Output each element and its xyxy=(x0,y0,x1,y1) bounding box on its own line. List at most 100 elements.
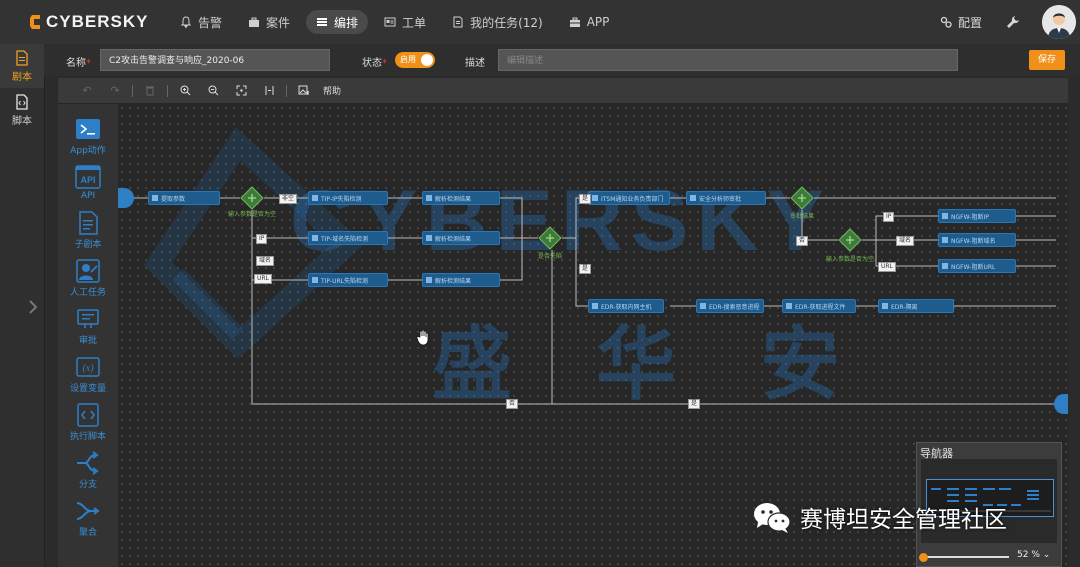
delete-icon[interactable] xyxy=(139,82,161,100)
palette-item-api[interactable]: API API xyxy=(58,164,118,210)
help-link[interactable]: 帮助 xyxy=(323,84,341,97)
status-toggle[interactable]: 启用 xyxy=(395,52,435,68)
palette-item-app-action[interactable]: App动作 xyxy=(58,116,118,162)
nav-item-my-tasks[interactable]: 我的任务(12) xyxy=(442,10,553,34)
sidebar-item-script[interactable]: 脚本 xyxy=(0,88,44,132)
gateway-node[interactable] xyxy=(838,228,862,252)
nav-item-alerts[interactable]: 告警 xyxy=(170,10,232,34)
edge-label: URL xyxy=(254,274,272,284)
palette-item-merge[interactable]: 聚合 xyxy=(58,498,118,544)
person-task-icon xyxy=(76,259,100,283)
gears-icon xyxy=(940,16,952,28)
zoom-out-icon[interactable] xyxy=(202,82,224,100)
status-label: 状态* xyxy=(362,58,387,69)
gateway-node[interactable] xyxy=(538,226,562,250)
palette-item-run-script[interactable]: 执行脚本 xyxy=(58,402,118,448)
toolbar-divider xyxy=(167,84,168,97)
toolbar-divider xyxy=(132,84,133,97)
config-menu[interactable]: 配置 xyxy=(940,14,982,31)
flow-node[interactable]: TIP-域名失陷检测 xyxy=(308,231,388,245)
start-node[interactable] xyxy=(118,188,134,208)
flow-node[interactable]: 解析检测结果 xyxy=(422,231,500,245)
flow-node[interactable]: ITSM通知业务负责部门 xyxy=(588,191,670,205)
chevron-down-icon: ⌄ xyxy=(1042,550,1051,560)
zoom-slider-handle[interactable] xyxy=(919,553,928,562)
chevron-right-icon[interactable] xyxy=(26,298,44,318)
wechat-account-name: 赛博坦安全管理社区 xyxy=(800,507,1007,533)
flow-node[interactable]: NGFW-阻断域名 xyxy=(938,233,1016,247)
flow-node[interactable]: TIP-IP失陷检测 xyxy=(308,191,388,205)
sidebar-item-playbook[interactable]: 剧本 xyxy=(0,44,44,88)
script-icon xyxy=(77,403,99,427)
flow-node[interactable]: EDR-获取内网主机 xyxy=(588,299,664,313)
brand-name: CYBERSKY xyxy=(46,12,149,31)
description-field[interactable]: 编辑描述 xyxy=(498,49,958,71)
nav-item-label: 编排 xyxy=(334,15,359,30)
flow-node[interactable]: EDR-获取进程文件 xyxy=(782,299,856,313)
palette-item-label: 子剧本 xyxy=(74,240,102,250)
edge-label: 是 xyxy=(579,264,592,274)
svg-text:API: API xyxy=(80,175,95,185)
flow-node[interactable]: 安全分析师审批 xyxy=(686,191,766,205)
save-button[interactable]: 保存 xyxy=(1029,50,1065,70)
name-label: 名称* xyxy=(66,58,91,69)
export-image-icon[interactable] xyxy=(293,82,315,100)
palette-item-label: 分支 xyxy=(78,480,97,490)
wrench-icon[interactable] xyxy=(1006,15,1020,29)
fit-view-icon[interactable] xyxy=(230,82,252,100)
main-nav: 告警 案件 编排 工单 我的任务(12) APP xyxy=(170,0,625,44)
palette-item-manual-task[interactable]: 人工任务 xyxy=(58,258,118,304)
flow-node[interactable]: 提取参数 xyxy=(148,191,220,205)
branch-icon xyxy=(77,451,99,475)
flow-node[interactable]: 解析检测结果 xyxy=(422,191,500,205)
palette-item-approval[interactable]: 审批 xyxy=(58,306,118,352)
api-icon: API xyxy=(75,165,101,189)
node-palette: App动作 API API 子剧本 人工任务 审批 (x) 设置变量 执行脚本 … xyxy=(58,104,118,567)
task-icon xyxy=(942,237,948,243)
brand-logo[interactable]: CYBERSKY xyxy=(28,10,148,34)
palette-item-branch[interactable]: 分支 xyxy=(58,450,118,496)
palette-item-subplaybook[interactable]: 子剧本 xyxy=(58,210,118,256)
nav-item-app[interactable]: APP xyxy=(559,10,620,34)
edge-label: URL xyxy=(878,262,896,272)
wechat-icon xyxy=(754,503,791,533)
flow-node[interactable]: EDR-搜索恶意进程 xyxy=(696,299,764,313)
undo-icon[interactable]: ↶ xyxy=(76,82,98,100)
palette-item-label: 设置变量 xyxy=(69,384,106,394)
nav-item-label: 告警 xyxy=(198,15,223,30)
document-icon xyxy=(453,16,463,28)
zoom-slider-track[interactable] xyxy=(923,556,1009,558)
name-field[interactable]: C2攻击告警调查与响应_2020-06 xyxy=(100,49,330,71)
user-avatar[interactable] xyxy=(1042,5,1076,39)
flow-node[interactable]: EDR-隔离 xyxy=(878,299,954,313)
zoom-in-icon[interactable] xyxy=(174,82,196,100)
task-icon xyxy=(426,235,432,241)
sidebar-item-label: 脚本 xyxy=(12,115,32,127)
task-icon xyxy=(312,195,318,201)
gateway-label: 是否失陷 xyxy=(538,253,563,260)
redo-icon[interactable]: ↷ xyxy=(104,82,126,100)
flow-node[interactable]: TIP-URL失陷检测 xyxy=(308,273,388,287)
status-toggle-text: 启用 xyxy=(400,55,416,64)
description-label: 描述 xyxy=(465,58,485,69)
nav-item-cases[interactable]: 案件 xyxy=(238,10,300,34)
gateway-node[interactable] xyxy=(240,186,264,210)
task-icon xyxy=(700,303,706,309)
edge-label: 非空 xyxy=(279,194,298,204)
palette-item-label: 聚合 xyxy=(78,528,97,538)
zoom-level[interactable]: 52 % ⌄ xyxy=(1017,550,1050,560)
task-icon xyxy=(592,195,598,201)
svg-text:(x): (x) xyxy=(82,363,94,374)
gateway-node[interactable] xyxy=(790,186,814,210)
task-icon xyxy=(882,303,888,309)
top-navbar: CYBERSKY 告警 案件 编排 工单 我的任务(12) APP 配置 xyxy=(0,0,1080,45)
flow-node[interactable]: NGFW-阻断URL xyxy=(938,259,1016,273)
task-icon xyxy=(426,277,432,283)
flow-node[interactable]: 解析检测结果 xyxy=(422,273,500,287)
palette-item-set-variable[interactable]: (x) 设置变量 xyxy=(58,354,118,400)
end-node[interactable] xyxy=(1054,394,1068,414)
flow-node[interactable]: NGFW-阻断IP xyxy=(938,209,1016,223)
nav-item-tickets[interactable]: 工单 xyxy=(374,10,436,34)
actual-size-icon[interactable] xyxy=(258,82,280,100)
nav-item-orchestration[interactable]: 编排 xyxy=(306,10,369,34)
